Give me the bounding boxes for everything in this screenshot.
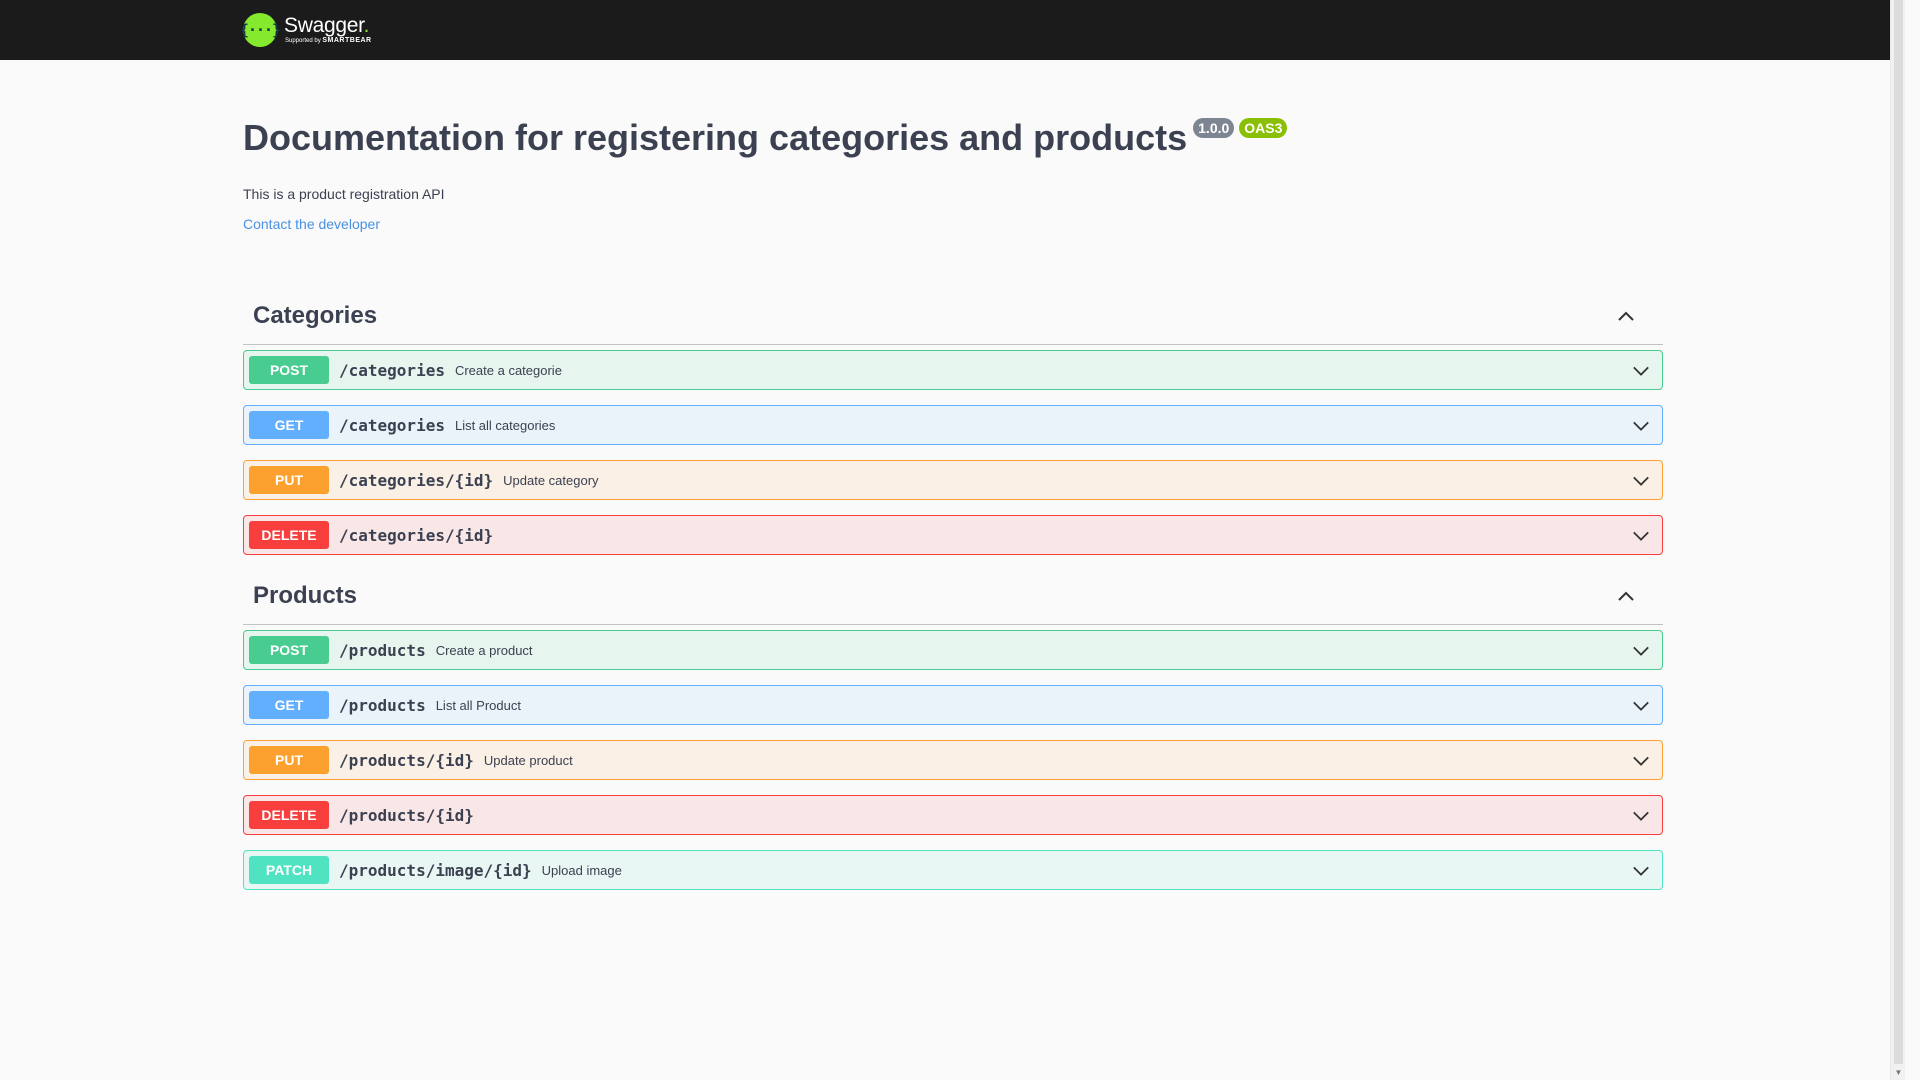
chevron-down-icon[interactable] [1632, 862, 1650, 880]
tag-section-categories: Categories POST/categories Create a catego… [243, 287, 1663, 555]
method-badge: PUT [249, 746, 329, 774]
method-badge: DELETE [249, 521, 329, 549]
main-wrapper: Documentation for registering categories… [243, 108, 1663, 890]
topbar: {···} Swagger. Supported by SMARTBEAR [0, 0, 1905, 60]
scroll-down-icon[interactable]: ▼ [1891, 1065, 1906, 1080]
operation-get-row[interactable]: GET/categories List all categories [243, 405, 1663, 445]
api-description: This is a product registration API [243, 186, 445, 202]
scrollbar[interactable]: ▲ ▼ [1890, 0, 1905, 1080]
logo-sub-prefix: Supported by [285, 38, 321, 44]
operation-path: /categories [339, 415, 445, 435]
operation-summary: List all Product [435, 697, 521, 713]
operation-get-row[interactable]: GET/products List all Product [243, 685, 1663, 725]
api-info: Documentation for registering categories… [243, 108, 1663, 234]
operation-put-row[interactable]: PUT/products/{id} Update product [243, 740, 1663, 780]
tag-header-categories[interactable]: Categories [243, 287, 1663, 345]
operation-path: /products [339, 695, 426, 715]
method-badge: POST [249, 356, 329, 384]
operation-summary: Update product [483, 752, 573, 768]
operation-patch-row[interactable]: PATCH/products/image/{id} Upload image [243, 850, 1663, 890]
chevron-down-icon[interactable] [1632, 807, 1650, 825]
chevron-down-icon[interactable] [1632, 697, 1650, 715]
chevron-down-icon[interactable] [1632, 752, 1650, 770]
page-title: Documentation for registering categories… [243, 117, 1188, 158]
swagger-logo-link[interactable]: {···} Swagger. Supported by SMARTBEAR [240, 13, 372, 47]
operation-delete-row[interactable]: DELETE/products/{id} [243, 795, 1663, 835]
operation-summary: Create a categorie [454, 362, 562, 378]
scroll-thumb[interactable] [1894, 0, 1903, 1064]
logo-text: Swagger. Supported by SMARTBEAR [284, 15, 372, 45]
chevron-down-icon[interactable] [1632, 642, 1650, 660]
logo-title: Swagger. [284, 15, 372, 37]
chevron-up-icon[interactable] [1616, 586, 1636, 606]
logo-title-text: Swagger [284, 14, 364, 37]
page: {···} Swagger. Supported by SMARTBEAR Do… [0, 0, 1905, 1080]
operation-path: /products/image/{id} [339, 860, 532, 880]
chevron-down-icon[interactable] [1632, 362, 1650, 380]
operation-path: /products/{id} [339, 805, 474, 825]
method-badge: DELETE [249, 801, 329, 829]
tag-title: Categories [253, 301, 378, 329]
operation-path: /categories [339, 360, 445, 380]
operation-path: /products/{id} [339, 750, 474, 770]
version-badge: 1.0.0 [1193, 118, 1235, 138]
operation-post-row[interactable]: POST/categories Create a categorie [243, 350, 1663, 390]
chevron-down-icon[interactable] [1632, 472, 1650, 490]
tag-header-products[interactable]: Products [243, 567, 1663, 625]
logo-sub-brand: SMARTBEAR [322, 37, 372, 44]
operation-summary: Update category [503, 472, 599, 488]
oas-badge: OAS3 [1239, 118, 1288, 138]
method-badge: POST [249, 636, 329, 664]
tag-title: Products [253, 581, 358, 609]
method-badge: GET [249, 691, 329, 719]
operation-put-row[interactable]: PUT/categories/{id} Update category [243, 460, 1663, 500]
operation-delete-row[interactable]: DELETE/categories/{id} [243, 515, 1663, 555]
method-badge: PUT [249, 466, 329, 494]
tag-list: Categories POST/categories Create a catego… [243, 287, 1663, 890]
operation-path: /products [339, 640, 426, 660]
operation-path: /categories/{id} [339, 470, 494, 490]
title-row: Documentation for registering categories… [243, 108, 1663, 160]
method-badge: GET [249, 411, 329, 439]
tag-section-products: Products POST/products Create a product GET… [243, 567, 1663, 890]
contact-developer-link[interactable]: Contact the developer [243, 216, 380, 232]
swagger-logo-icon: {···} [240, 13, 281, 47]
operation-post-row[interactable]: POST/products Create a product [243, 630, 1663, 670]
logo-dot: . [363, 14, 370, 37]
operation-summary: Upload image [541, 862, 622, 878]
chevron-down-icon[interactable] [1632, 527, 1650, 545]
logo-subtitle: Supported by SMARTBEAR [285, 37, 372, 45]
operation-path: /categories/{id} [339, 525, 494, 545]
method-badge: PATCH [249, 856, 329, 884]
chevron-down-icon[interactable] [1632, 417, 1650, 435]
operation-summary: Create a product [435, 642, 533, 658]
chevron-up-icon[interactable] [1616, 306, 1636, 326]
operation-summary: List all categories [454, 417, 556, 433]
